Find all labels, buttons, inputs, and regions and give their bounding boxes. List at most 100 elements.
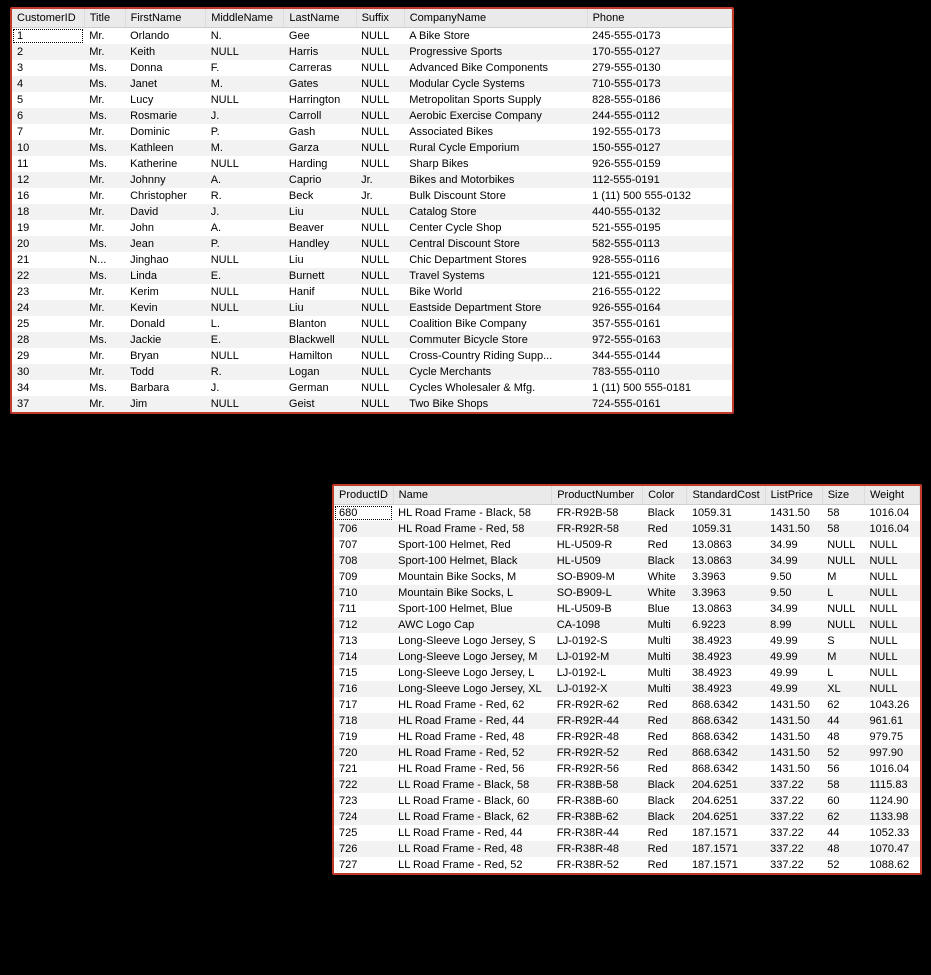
- products-cell[interactable]: Multi: [643, 617, 687, 633]
- customers-cell[interactable]: Ms.: [84, 108, 125, 124]
- products-cell[interactable]: 337.22: [765, 777, 822, 793]
- customers-cell[interactable]: NULL: [356, 124, 404, 140]
- products-cell[interactable]: NULL: [864, 617, 919, 633]
- customers-cell[interactable]: Carroll: [284, 108, 356, 124]
- customers-cell[interactable]: NULL: [356, 268, 404, 284]
- customers-cell[interactable]: NULL: [356, 204, 404, 220]
- products-cell[interactable]: LL Road Frame - Black, 60: [393, 793, 552, 809]
- customers-cell[interactable]: 357-555-0161: [587, 316, 731, 332]
- customers-cell[interactable]: J.: [206, 108, 284, 124]
- customers-row[interactable]: 20Ms.JeanP.HandleyNULLCentral Discount S…: [12, 236, 732, 252]
- products-cell[interactable]: 710: [334, 585, 393, 601]
- customers-cell[interactable]: A Bike Store: [404, 28, 587, 45]
- products-row[interactable]: 720HL Road Frame - Red, 52FR-R92R-52Red8…: [334, 745, 920, 761]
- customers-cell[interactable]: Burnett: [284, 268, 356, 284]
- customers-cell[interactable]: 34: [12, 380, 84, 396]
- products-row[interactable]: 724LL Road Frame - Black, 62FR-R38B-62Bl…: [334, 809, 920, 825]
- products-cell[interactable]: 38.4923: [687, 681, 765, 697]
- products-cell[interactable]: M: [822, 569, 864, 585]
- products-header-size[interactable]: Size: [822, 486, 864, 505]
- products-cell[interactable]: NULL: [864, 569, 919, 585]
- customers-cell[interactable]: Modular Cycle Systems: [404, 76, 587, 92]
- products-row[interactable]: 723LL Road Frame - Black, 60FR-R38B-60Bl…: [334, 793, 920, 809]
- customers-cell[interactable]: Johnny: [125, 172, 206, 188]
- customers-cell[interactable]: 24: [12, 300, 84, 316]
- products-cell[interactable]: 727: [334, 857, 393, 873]
- products-cell[interactable]: Black: [643, 793, 687, 809]
- customers-cell[interactable]: 12: [12, 172, 84, 188]
- customers-row[interactable]: 4Ms.JanetM.GatesNULLModular Cycle System…: [12, 76, 732, 92]
- customers-cell[interactable]: Ms.: [84, 236, 125, 252]
- customers-cell[interactable]: Ms.: [84, 332, 125, 348]
- products-grid[interactable]: ProductIDNameProductNumberColorStandardC…: [332, 484, 922, 875]
- products-cell[interactable]: 3.3963: [687, 585, 765, 601]
- products-cell[interactable]: 1431.50: [765, 745, 822, 761]
- customers-row[interactable]: 37Mr.JimNULLGeistNULLTwo Bike Shops724-5…: [12, 396, 732, 412]
- products-cell[interactable]: Red: [643, 857, 687, 873]
- products-cell[interactable]: Sport-100 Helmet, Blue: [393, 601, 552, 617]
- customers-header-companyname[interactable]: CompanyName: [404, 9, 587, 28]
- products-cell[interactable]: Sport-100 Helmet, Red: [393, 537, 552, 553]
- products-row[interactable]: 716Long-Sleeve Logo Jersey, XLLJ-0192-XM…: [334, 681, 920, 697]
- products-cell[interactable]: 868.6342: [687, 713, 765, 729]
- customers-cell[interactable]: 16: [12, 188, 84, 204]
- customers-header-firstname[interactable]: FirstName: [125, 9, 206, 28]
- products-header-name[interactable]: Name: [393, 486, 552, 505]
- customers-cell[interactable]: Chic Department Stores: [404, 252, 587, 268]
- customers-cell[interactable]: A.: [206, 172, 284, 188]
- products-cell[interactable]: Red: [643, 825, 687, 841]
- products-cell[interactable]: 715: [334, 665, 393, 681]
- customers-cell[interactable]: Rosmarie: [125, 108, 206, 124]
- products-cell[interactable]: Red: [643, 537, 687, 553]
- customers-cell[interactable]: Jackie: [125, 332, 206, 348]
- customers-cell[interactable]: Todd: [125, 364, 206, 380]
- customers-cell[interactable]: Two Bike Shops: [404, 396, 587, 412]
- products-cell[interactable]: 1059.31: [687, 505, 765, 522]
- customers-cell[interactable]: Caprio: [284, 172, 356, 188]
- customers-cell[interactable]: Bulk Discount Store: [404, 188, 587, 204]
- products-cell[interactable]: 13.0863: [687, 537, 765, 553]
- customers-cell[interactable]: 279-555-0130: [587, 60, 731, 76]
- products-cell[interactable]: LL Road Frame - Black, 62: [393, 809, 552, 825]
- products-cell[interactable]: 1431.50: [765, 729, 822, 745]
- customers-cell[interactable]: 245-555-0173: [587, 28, 731, 45]
- customers-cell[interactable]: R.: [206, 188, 284, 204]
- customers-cell[interactable]: Cycle Merchants: [404, 364, 587, 380]
- products-cell[interactable]: LJ-0192-M: [552, 649, 643, 665]
- products-cell[interactable]: FR-R38R-48: [552, 841, 643, 857]
- customers-cell[interactable]: Mr.: [84, 28, 125, 45]
- customers-row[interactable]: 24Mr.KevinNULLLiuNULLEastside Department…: [12, 300, 732, 316]
- products-row[interactable]: 708Sport-100 Helmet, BlackHL-U509Black13…: [334, 553, 920, 569]
- products-cell[interactable]: FR-R92R-62: [552, 697, 643, 713]
- customers-cell[interactable]: NULL: [356, 108, 404, 124]
- customers-cell[interactable]: Coalition Bike Company: [404, 316, 587, 332]
- products-cell[interactable]: 52: [822, 857, 864, 873]
- products-cell[interactable]: 8.99: [765, 617, 822, 633]
- customers-cell[interactable]: Orlando: [125, 28, 206, 45]
- customers-cell[interactable]: NULL: [356, 300, 404, 316]
- customers-cell[interactable]: F.: [206, 60, 284, 76]
- products-row[interactable]: 706HL Road Frame - Red, 58FR-R92R-58Red1…: [334, 521, 920, 537]
- products-cell[interactable]: Long-Sleeve Logo Jersey, XL: [393, 681, 552, 697]
- products-cell[interactable]: 3.3963: [687, 569, 765, 585]
- products-cell[interactable]: 706: [334, 521, 393, 537]
- customers-cell[interactable]: Kerim: [125, 284, 206, 300]
- products-cell[interactable]: Red: [643, 729, 687, 745]
- customers-header-suffix[interactable]: Suffix: [356, 9, 404, 28]
- customers-cell[interactable]: Central Discount Store: [404, 236, 587, 252]
- products-cell[interactable]: LL Road Frame - Red, 44: [393, 825, 552, 841]
- customers-cell[interactable]: Hamilton: [284, 348, 356, 364]
- products-cell[interactable]: 868.6342: [687, 697, 765, 713]
- customers-cell[interactable]: 22: [12, 268, 84, 284]
- customers-cell[interactable]: NULL: [356, 92, 404, 108]
- products-header-weight[interactable]: Weight: [864, 486, 919, 505]
- products-cell[interactable]: 38.4923: [687, 633, 765, 649]
- customers-cell[interactable]: Mr.: [84, 124, 125, 140]
- products-cell[interactable]: 56: [822, 761, 864, 777]
- products-cell[interactable]: 717: [334, 697, 393, 713]
- products-cell[interactable]: FR-R38R-52: [552, 857, 643, 873]
- products-cell[interactable]: Multi: [643, 665, 687, 681]
- customers-header-lastname[interactable]: LastName: [284, 9, 356, 28]
- customers-cell[interactable]: Gash: [284, 124, 356, 140]
- products-cell[interactable]: 204.6251: [687, 793, 765, 809]
